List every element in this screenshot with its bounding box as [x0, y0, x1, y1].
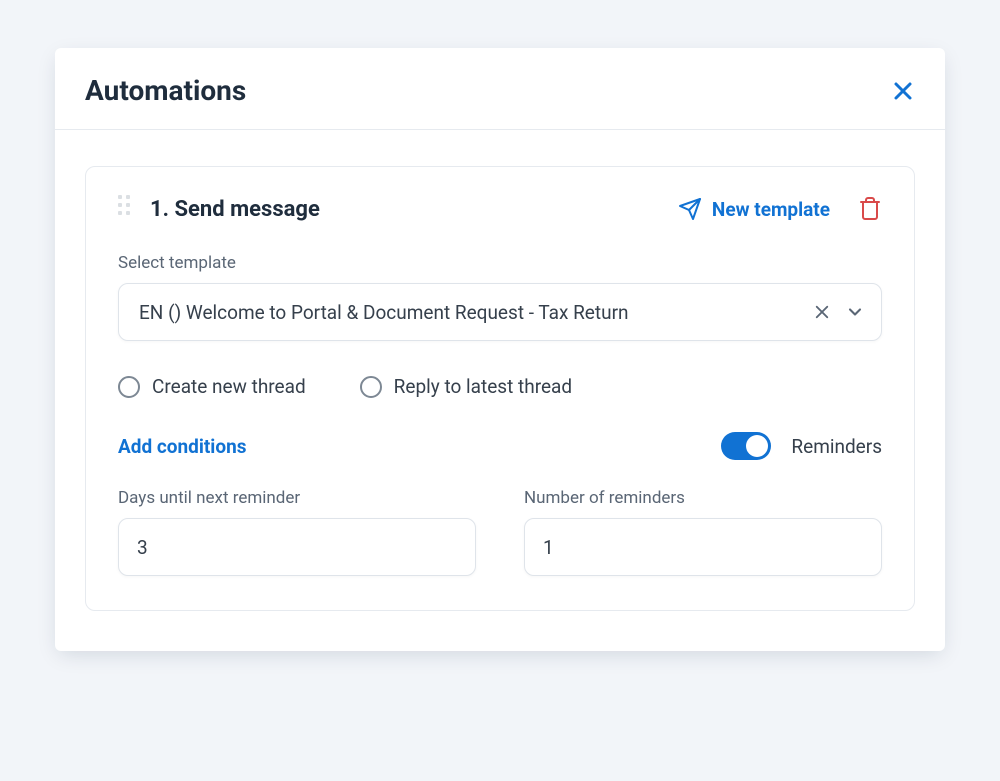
select-template-label: Select template	[118, 253, 882, 273]
card-header: 1. Send message New template	[118, 195, 882, 223]
count-label: Number of reminders	[524, 488, 882, 508]
radio-icon	[360, 376, 382, 398]
thread-radio-group: Create new thread Reply to latest thread	[118, 375, 882, 398]
radio-create-thread[interactable]: Create new thread	[118, 375, 306, 398]
reminders-toggle[interactable]	[721, 432, 771, 460]
new-template-link[interactable]: New template	[678, 197, 830, 221]
reminders-group: Reminders	[721, 432, 882, 460]
close-icon	[891, 79, 915, 103]
card-actions: New template	[678, 196, 882, 222]
automations-modal: Automations 1. Send message New template	[55, 48, 945, 651]
days-column: Days until next reminder	[118, 488, 476, 576]
modal-body: 1. Send message New template Select temp…	[55, 130, 945, 651]
days-label: Days until next reminder	[118, 488, 476, 508]
new-template-label: New template	[712, 198, 830, 221]
modal-title: Automations	[85, 74, 246, 107]
template-select[interactable]: EN () Welcome to Portal & Document Reque…	[118, 283, 882, 341]
radio-create-label: Create new thread	[152, 375, 306, 398]
card-title-group: 1. Send message	[118, 195, 320, 223]
reminder-inputs: Days until next reminder Number of remin…	[118, 488, 882, 576]
toggle-knob	[746, 435, 768, 457]
clear-icon[interactable]	[813, 303, 831, 321]
count-column: Number of reminders	[524, 488, 882, 576]
chevron-down-icon[interactable]	[845, 302, 865, 322]
close-button[interactable]	[891, 79, 915, 103]
template-select-controls	[813, 302, 865, 322]
delete-step-button[interactable]	[858, 196, 882, 222]
radio-reply-label: Reply to latest thread	[394, 375, 572, 398]
conditions-row: Add conditions Reminders	[118, 432, 882, 460]
trash-icon	[858, 196, 882, 222]
add-conditions-link[interactable]: Add conditions	[118, 435, 246, 458]
drag-handle-icon[interactable]	[118, 195, 136, 223]
count-input[interactable]	[524, 518, 882, 576]
card-title: 1. Send message	[150, 197, 320, 222]
radio-icon	[118, 376, 140, 398]
modal-header: Automations	[55, 48, 945, 130]
paper-plane-icon	[678, 197, 702, 221]
radio-reply-thread[interactable]: Reply to latest thread	[360, 375, 572, 398]
reminders-label: Reminders	[791, 435, 882, 458]
template-select-value: EN () Welcome to Portal & Document Reque…	[139, 301, 813, 324]
step-card: 1. Send message New template Select temp…	[85, 166, 915, 611]
days-input[interactable]	[118, 518, 476, 576]
